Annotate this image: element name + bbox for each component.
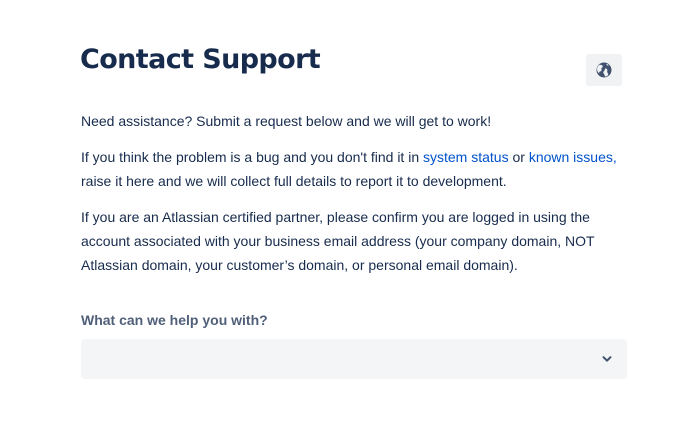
system-status-link[interactable]: system status	[423, 149, 509, 165]
intro-line-2-before: If you think the problem is a bug and yo…	[81, 149, 423, 165]
intro-line-2: If you think the problem is a bug and yo…	[81, 145, 626, 193]
globe-icon	[596, 62, 612, 78]
intro-line-1: Need assistance? Submit a request below …	[81, 113, 492, 129]
intro-line-2-middle: or	[508, 149, 529, 165]
language-button[interactable]	[586, 54, 622, 86]
contact-support-page: Contact Support Need assistance? Submit …	[0, 0, 691, 435]
chevron-down-icon	[602, 356, 612, 362]
help-select-label: What can we help you with?	[81, 312, 268, 328]
intro-line-2-after: raise it here and we will collect full d…	[81, 173, 507, 189]
intro-line-3: If you are an Atlassian certified partne…	[81, 209, 595, 273]
page-title: Contact Support	[80, 44, 321, 75]
intro-text: Need assistance? Submit a request below …	[81, 109, 626, 289]
help-select[interactable]	[81, 339, 627, 379]
known-issues-link[interactable]: known issues,	[529, 149, 617, 165]
